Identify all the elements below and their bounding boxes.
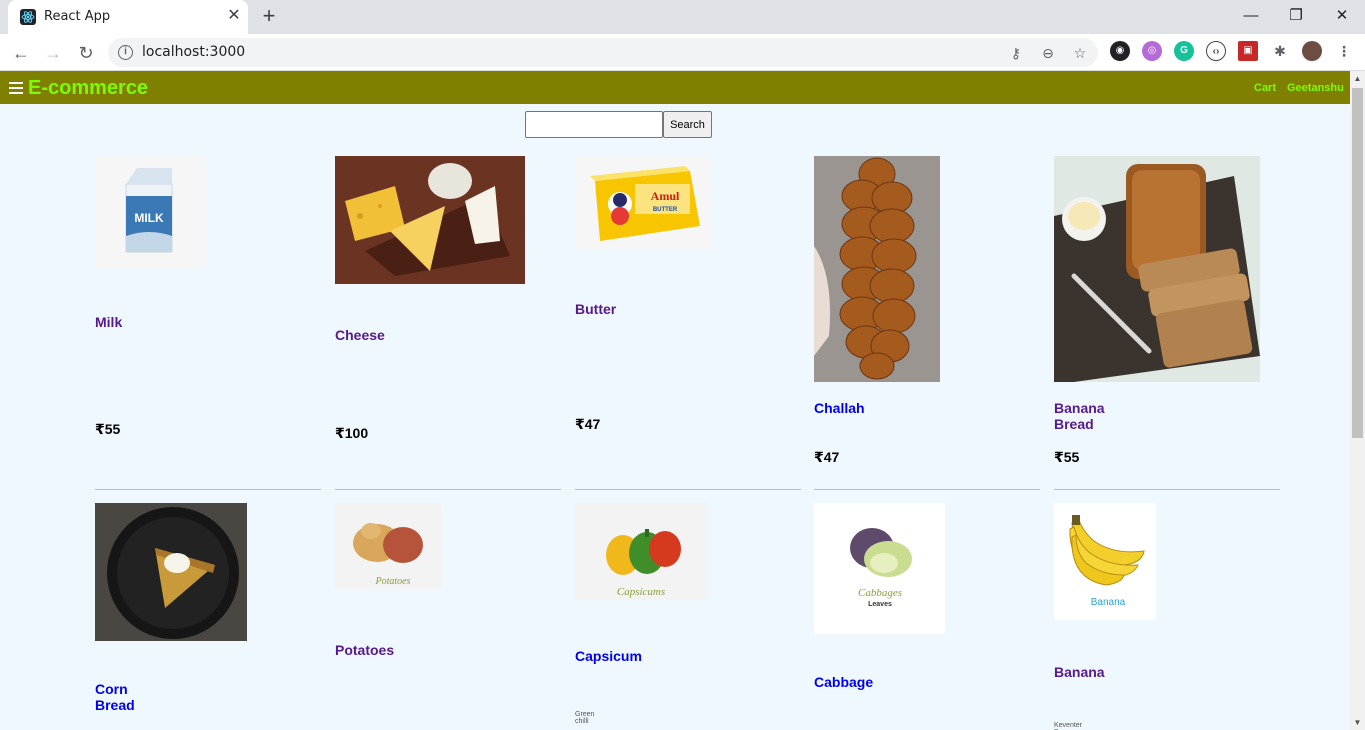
- card-divider: [95, 489, 321, 490]
- scroll-thumb[interactable]: [1352, 88, 1363, 438]
- product-price: ₹100: [335, 425, 369, 441]
- hamburger-menu-icon[interactable]: [9, 82, 23, 94]
- product-name[interactable]: Cabbage: [814, 674, 873, 690]
- url-text: localhost:3000: [142, 44, 246, 60]
- card-divider: [335, 489, 561, 490]
- nav-link-user[interactable]: Geetanshu: [1287, 82, 1344, 94]
- product-name[interactable]: Cheese: [335, 327, 385, 343]
- grammarly-icon[interactable]: G: [1174, 41, 1194, 61]
- product-image-cabbage[interactable]: Cabbages Leaves: [814, 503, 945, 634]
- bookmark-star-icon[interactable]: ☆: [1070, 43, 1090, 63]
- reload-icon[interactable]: ↻: [74, 41, 98, 65]
- butter-sub-label: BUTTER: [653, 207, 678, 213]
- product-image-cheese[interactable]: [335, 156, 525, 284]
- product-image-butter[interactable]: Amul BUTTER: [575, 156, 712, 250]
- product-name[interactable]: Potatoes: [335, 642, 394, 658]
- product-price: ₹55: [95, 421, 121, 437]
- card-divider: [1054, 489, 1280, 490]
- banana-image-label: Banana: [1091, 597, 1126, 608]
- butter-brand-label: Amul: [651, 189, 680, 203]
- product-name[interactable]: Challah: [814, 400, 865, 416]
- minimize-icon[interactable]: —: [1240, 6, 1262, 26]
- nav-link-cart[interactable]: Cart: [1254, 82, 1276, 94]
- restore-icon[interactable]: ❐: [1285, 6, 1307, 26]
- cabbages-image-label: Cabbages: [858, 587, 902, 599]
- product-name[interactable]: Corn Bread: [95, 681, 135, 713]
- address-bar[interactable]: i localhost:3000 ⚷ ⊖ ☆: [108, 38, 1098, 67]
- card-divider: [575, 489, 801, 490]
- new-tab-button[interactable]: +: [258, 5, 280, 28]
- extensions-puzzle-icon[interactable]: ✱: [1270, 41, 1290, 61]
- product-name[interactable]: Banana Bread: [1054, 400, 1105, 432]
- product-image-banana-bread[interactable]: [1054, 156, 1260, 382]
- product-image-challah[interactable]: [814, 156, 940, 382]
- product-subtext: Keventer Bananas: [1054, 722, 1083, 730]
- browser-tab[interactable]: React App ✕: [8, 0, 248, 34]
- product-image-banana[interactable]: Banana: [1054, 503, 1156, 620]
- product-name[interactable]: Milk: [95, 314, 122, 330]
- product-image-potatoes[interactable]: Potatoes: [335, 503, 441, 589]
- capsicums-image-label: Capsicums: [617, 586, 665, 598]
- product-name[interactable]: Butter: [575, 301, 616, 317]
- extension-icon-4[interactable]: ▣: [1238, 41, 1258, 61]
- back-icon[interactable]: ←: [9, 41, 33, 65]
- tab-title: React App: [44, 9, 111, 24]
- page-scrollbar[interactable]: ▲ ▼: [1350, 71, 1365, 730]
- brand-logo[interactable]: E-commerce: [28, 77, 148, 100]
- extension-icon-3[interactable]: ‹›: [1206, 41, 1226, 61]
- extension-icon-2[interactable]: ◎: [1142, 41, 1162, 61]
- potatoes-image-label: Potatoes: [375, 576, 411, 587]
- scroll-down-arrow-icon[interactable]: ▼: [1353, 718, 1362, 727]
- menu-kebab-icon[interactable]: ⋮: [1334, 41, 1354, 61]
- scroll-up-arrow-icon[interactable]: ▲: [1353, 74, 1362, 83]
- search-input[interactable]: [525, 111, 663, 138]
- close-tab-icon[interactable]: ✕: [224, 6, 244, 26]
- product-price: ₹55: [1054, 449, 1080, 465]
- product-name[interactable]: Capsicum: [575, 648, 642, 664]
- cabbages-sub-label: Leaves: [868, 601, 892, 608]
- milk-image-label: MILK: [134, 211, 164, 225]
- product-name[interactable]: Banana: [1054, 664, 1105, 680]
- product-price: ₹47: [575, 416, 601, 432]
- card-divider: [814, 489, 1040, 490]
- search-button[interactable]: Search: [663, 111, 712, 138]
- site-navbar: E-commerce Cart Geetanshu: [0, 71, 1350, 104]
- product-image-capsicum[interactable]: Capsicums: [575, 503, 708, 600]
- react-icon: [20, 9, 36, 25]
- zoom-out-icon[interactable]: ⊖: [1038, 43, 1058, 63]
- close-window-icon[interactable]: ✕: [1331, 6, 1353, 26]
- extension-icon-1[interactable]: ◉: [1110, 41, 1130, 61]
- product-image-milk[interactable]: MILK: [95, 156, 206, 268]
- key-icon[interactable]: ⚷: [1006, 43, 1026, 63]
- info-icon[interactable]: i: [118, 45, 133, 60]
- tab-strip: React App ✕ + — ❐ ✕: [0, 0, 1365, 34]
- product-price: ₹47: [814, 449, 840, 465]
- product-image-corn-bread[interactable]: [95, 503, 247, 641]
- page-viewport: E-commerce Cart Geetanshu Search MILK Mi…: [0, 71, 1350, 730]
- profile-avatar[interactable]: [1302, 41, 1322, 61]
- product-subtext: Green chilli: [575, 711, 595, 725]
- forward-icon[interactable]: →: [41, 41, 65, 65]
